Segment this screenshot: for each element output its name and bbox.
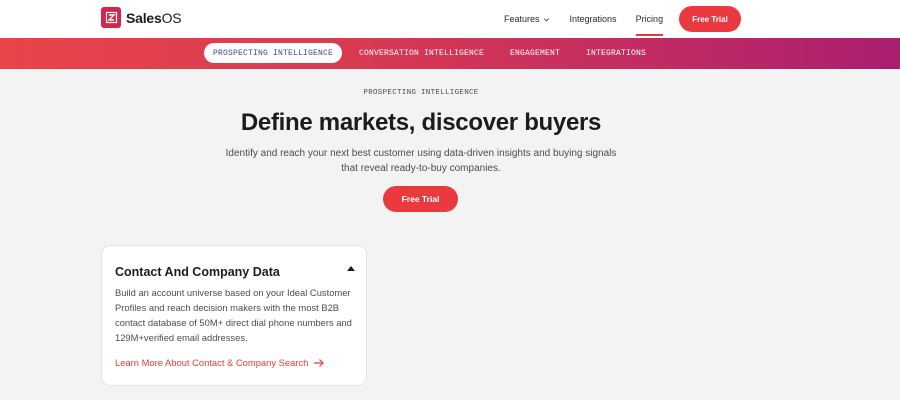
nav-features[interactable]: Features — [504, 0, 551, 38]
logo-mark-icon — [101, 7, 121, 28]
caret-up-icon — [347, 266, 355, 271]
tab-engagement[interactable]: ENGAGEMENT — [503, 43, 567, 63]
nav-integrations[interactable]: Integrations — [570, 0, 617, 38]
tab-integrations[interactable]: INTEGRATIONS — [580, 43, 652, 63]
top-navigation: SalesOS Features Integrations Pricing Fr… — [0, 0, 900, 38]
card-title: Contact And Company Data — [115, 265, 280, 279]
card-description: Build an account universe based on your … — [115, 287, 352, 343]
accordion-header[interactable]: Contact And Company Data — [115, 263, 355, 279]
nav-pricing[interactable]: Pricing — [635, 0, 664, 38]
arrow-right-icon — [314, 358, 325, 367]
logo-text-rest: OS — [161, 9, 182, 26]
nav-free-trial-button[interactable]: Free Trial — [679, 6, 741, 32]
hero-title: Define markets, discover buyers — [240, 109, 602, 136]
product-tab-bar: PROSPECTING INTELLIGENCE CONVERSATION IN… — [0, 38, 900, 69]
salesos-logo[interactable]: SalesOS — [101, 7, 182, 28]
nav-features-label: Features — [504, 14, 540, 24]
feature-card-contact-company-data: Contact And Company Data Build an accoun… — [101, 245, 367, 386]
tab-conversation-intelligence[interactable]: CONVERSATION INTELLIGENCE — [352, 43, 491, 63]
nav-integrations-label: Integrations — [569, 14, 617, 24]
hero-eyebrow: PROSPECTING INTELLIGENCE — [363, 89, 479, 97]
learn-more-label: Learn More About Contact & Company Searc… — [115, 357, 309, 368]
learn-more-link[interactable]: Learn More About Contact & Company Searc… — [115, 357, 325, 368]
primary-nav: Features Integrations Pricing — [504, 0, 682, 38]
logo-text-bold: Sales — [126, 9, 162, 26]
hero-subtitle: Identify and reach your next best custom… — [225, 148, 617, 174]
logo-text: SalesOS — [126, 9, 182, 26]
chevron-down-icon — [543, 17, 549, 22]
tab-prospecting-intelligence[interactable]: PROSPECTING INTELLIGENCE — [204, 43, 342, 63]
nav-pricing-label: Pricing — [635, 14, 664, 24]
hero-free-trial-button[interactable]: Free Trial — [383, 186, 458, 212]
